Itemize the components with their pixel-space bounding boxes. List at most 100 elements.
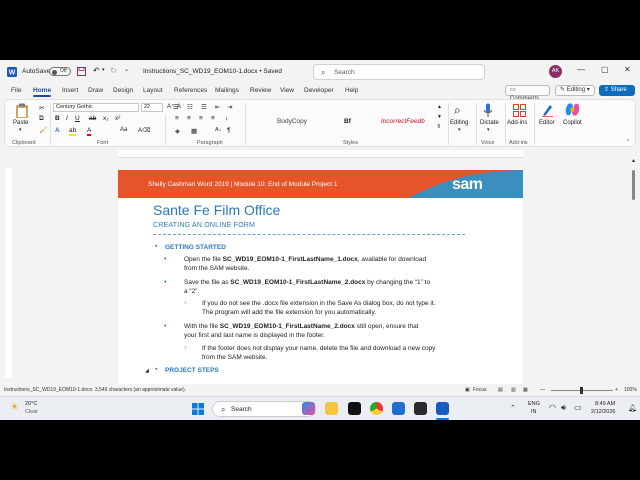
line-spacing-icon[interactable]: ↕	[225, 115, 228, 122]
dictate-chevron-icon[interactable]: ▾	[487, 127, 490, 133]
tab-help[interactable]: Help	[345, 87, 358, 94]
minimize-icon[interactable]: —	[577, 65, 585, 74]
style-incorrect-feedback[interactable]: IncorrectFeedb	[381, 118, 425, 125]
read-mode-icon[interactable]: ▤	[498, 387, 503, 393]
document-title[interactable]: Instructions_SC_WD19_EOM10-1.docx • Save…	[143, 68, 282, 75]
print-layout-icon[interactable]: ▥	[511, 387, 516, 393]
font-color-icon[interactable]: A	[87, 127, 92, 136]
store-icon[interactable]	[392, 402, 405, 415]
file-explorer-icon[interactable]	[325, 402, 338, 415]
collapse-arrow-icon[interactable]: ◢	[145, 368, 149, 374]
autosave-toggle[interactable]: Off	[49, 67, 71, 76]
italic-icon[interactable]: I	[66, 115, 68, 122]
dictate-label[interactable]: Dictate	[480, 120, 499, 126]
find-icon[interactable]: ⌕	[454, 103, 461, 118]
tab-developer[interactable]: Developer	[304, 87, 334, 94]
show-hidden-icons-icon[interactable]: ⌃	[510, 404, 516, 412]
editor-label[interactable]: Editor	[539, 120, 555, 126]
weather-desc[interactable]: Clear	[25, 409, 38, 415]
editing-chevron-icon[interactable]: ▾	[458, 127, 461, 133]
zoom-slider[interactable]	[551, 387, 613, 394]
tab-file[interactable]: File	[11, 87, 21, 94]
close-icon[interactable]: ✕	[624, 65, 631, 74]
increase-indent-icon[interactable]: ⇥	[227, 103, 232, 111]
zoom-out-icon[interactable]: —	[540, 387, 545, 393]
copilot-taskbar-icon[interactable]	[302, 402, 315, 415]
avatar[interactable]: AK	[549, 65, 562, 78]
word-count-status[interactable]: Instructions_SC_WD19_EOM10-1.docx: 3,549…	[4, 387, 186, 393]
add-ins-label[interactable]: Add-ins	[507, 120, 527, 126]
chrome-icon[interactable]	[370, 402, 383, 415]
weather-icon[interactable]: ☀	[10, 402, 19, 413]
shading-icon[interactable]: ◈	[175, 127, 180, 135]
focus-icon[interactable]: ▣	[465, 387, 470, 393]
font-name-select[interactable]: Century Gothic	[53, 103, 139, 112]
tab-review[interactable]: Review	[250, 87, 271, 94]
sort-icon[interactable]: A↓	[215, 127, 221, 133]
tab-draw[interactable]: Draw	[88, 87, 103, 94]
editing-mode-button[interactable]: ✎ Editing ▾	[555, 85, 595, 96]
align-right-icon[interactable]: ≡	[199, 115, 203, 122]
superscript-icon[interactable]: x²	[115, 115, 120, 122]
copilot-label[interactable]: Copilot	[563, 120, 582, 126]
cut-icon[interactable]: ✂	[39, 104, 44, 112]
app-icon[interactable]	[414, 402, 427, 415]
maximize-icon[interactable]: ▢	[601, 65, 609, 74]
paste-label[interactable]: Paste	[13, 120, 28, 126]
battery-icon[interactable]: ▭	[574, 403, 582, 412]
strikethrough-icon[interactable]: ab	[89, 115, 96, 122]
microphone-icon[interactable]	[483, 103, 493, 118]
paste-icon[interactable]	[15, 103, 29, 119]
underline-icon[interactable]: U	[75, 115, 80, 122]
clear-formatting-icon[interactable]: A⌫	[138, 127, 151, 134]
styles-scroll-down-icon[interactable]: ▼	[437, 114, 442, 120]
vertical-scrollbar[interactable]: ▲	[631, 158, 637, 384]
word-taskbar-icon[interactable]	[436, 402, 449, 415]
editing-label[interactable]: Editing	[450, 120, 468, 126]
format-painter-icon[interactable]: 🖌	[39, 126, 47, 134]
document-page[interactable]: Shelly Cashman Word 2019 | Module 10: En…	[118, 170, 523, 390]
add-ins-icon[interactable]	[513, 104, 526, 117]
justify-icon[interactable]: ≡	[211, 115, 215, 122]
collapse-ribbon-icon[interactable]: ⌃	[626, 139, 630, 145]
tab-layout[interactable]: Layout	[143, 87, 163, 94]
tab-mailings[interactable]: Mailings	[215, 87, 239, 94]
tab-references[interactable]: References	[174, 87, 207, 94]
save-icon[interactable]	[77, 67, 86, 76]
change-case-icon[interactable]: Aa	[120, 127, 127, 133]
multilevel-list-icon[interactable]: ☲	[201, 103, 207, 111]
horizontal-ruler[interactable]	[118, 150, 523, 158]
styles-more-icon[interactable]: ⊽	[437, 124, 441, 130]
wifi-icon[interactable]: ◠	[549, 403, 556, 412]
show-formatting-icon[interactable]: ¶	[227, 127, 231, 134]
scroll-up-icon[interactable]: ▲	[631, 158, 636, 164]
undo-icon[interactable]: ↶	[93, 66, 100, 75]
bullets-icon[interactable]: ☰	[173, 103, 179, 111]
undo-dropdown-icon[interactable]: ▾	[102, 67, 105, 73]
vertical-ruler[interactable]	[5, 168, 12, 378]
comments-button[interactable]: ▭ Comments	[505, 85, 550, 102]
copy-icon[interactable]: ⧉	[39, 115, 44, 123]
clock-date[interactable]: 2/12/2026	[591, 409, 615, 415]
language-indicator-line1[interactable]: ENG	[528, 401, 540, 407]
search-input[interactable]: ⌕ Search	[313, 64, 485, 80]
align-center-icon[interactable]: ≡	[187, 115, 191, 122]
customize-qat-icon[interactable]: ⌄	[124, 66, 129, 73]
zoom-in-icon[interactable]: +	[615, 387, 618, 393]
volume-icon[interactable]: 🔊︎	[561, 403, 566, 413]
notifications-icon[interactable]: 🔔︎	[628, 404, 637, 412]
bold-icon[interactable]: B	[55, 115, 60, 122]
clock-time[interactable]: 8:49 AM	[595, 401, 615, 407]
windows-start-icon[interactable]	[192, 403, 204, 415]
scroll-thumb[interactable]	[632, 170, 635, 200]
style-bf[interactable]: Bf	[344, 118, 351, 125]
focus-label[interactable]: Focus	[473, 387, 487, 393]
styles-scroll-up-icon[interactable]: ▲	[437, 104, 442, 110]
align-left-icon[interactable]: ≡	[175, 115, 179, 122]
text-effects-icon[interactable]: A	[55, 127, 60, 134]
zoom-slider-thumb[interactable]	[580, 387, 583, 394]
decrease-indent-icon[interactable]: ⇤	[215, 103, 220, 111]
share-button[interactable]: ⇪ Share ▾	[599, 85, 635, 102]
taskbar-search[interactable]: ⌕ Search	[212, 401, 316, 417]
web-layout-icon[interactable]: ▦	[523, 387, 528, 393]
